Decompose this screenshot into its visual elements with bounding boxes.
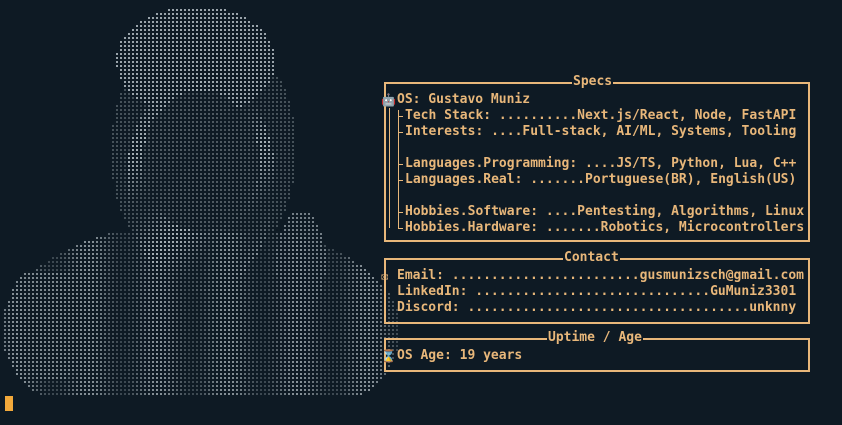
contact-title: Contact [563, 250, 620, 266]
specs-row-interests: Interests: ....Full-stack, AI/ML, System… [405, 124, 797, 139]
tree-branch [398, 228, 403, 229]
robot-icon: 🤖 [381, 93, 396, 107]
specs-tree-line-1 [389, 108, 390, 228]
terminal-cursor [5, 396, 13, 411]
hourglass-icon: ⌛ [381, 349, 396, 363]
specs-row-languages-programming: Languages.Programming: ....JS/TS, Python… [405, 156, 797, 171]
specs-title: Specs [572, 74, 614, 90]
specs-row-languages-real: Languages.Real: .......Portuguese(BR), E… [405, 172, 797, 187]
specs-tree-line-2 [398, 110, 399, 228]
envelope-icon: ✉ [381, 269, 389, 283]
specs-os: OS: Gustavo Muniz [397, 92, 531, 107]
uptime-os-age: OS Age: 19 years [397, 348, 523, 363]
uptime-title: Uptime / Age [547, 330, 643, 346]
contact-discord[interactable]: Discord: ...............................… [397, 300, 796, 316]
specs-row-hobbies-software: Hobbies.Software: ....Pentesting, Algori… [405, 204, 805, 219]
contact-linkedin[interactable]: LinkedIn: ..............................… [397, 284, 796, 300]
specs-row-hobbies-hardware: Hobbies.Hardware: .......Robotics, Micro… [405, 220, 805, 235]
specs-row-tech-stack: Tech Stack: ..........Next.js/React, Nod… [405, 108, 797, 123]
ascii-portrait [4, 9, 398, 395]
contact-email[interactable]: Email: ........................gusmunizs… [397, 268, 804, 284]
